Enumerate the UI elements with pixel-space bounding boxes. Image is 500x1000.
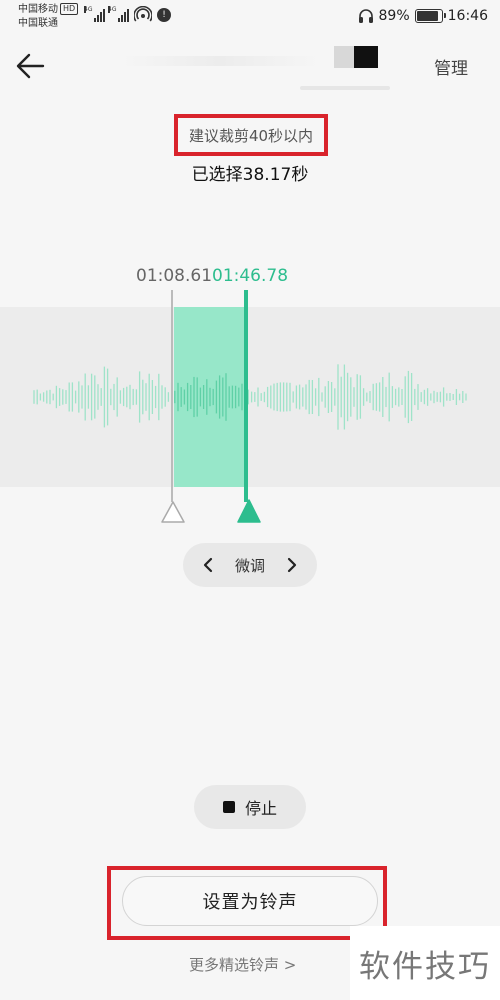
status-right: 89% 16:46 bbox=[358, 8, 488, 24]
carrier-1: 中国移动 bbox=[18, 4, 58, 15]
trim-hint: 建议裁剪40秒以内 bbox=[188, 126, 314, 145]
set-ringtone-label: 设置为铃声 bbox=[202, 892, 298, 913]
headphones-icon bbox=[358, 9, 373, 23]
manage-button[interactable]: 管理 bbox=[434, 54, 468, 79]
signal-tag-1: 4G bbox=[84, 6, 93, 13]
watermark-text: 软件技巧 bbox=[359, 948, 491, 985]
carrier-info: 中国移动 HD 中国联通 bbox=[18, 3, 79, 31]
carrier-2: 中国联通 bbox=[18, 18, 58, 29]
cover-thumbnail bbox=[334, 46, 378, 68]
signal-icon: 4G bbox=[108, 6, 129, 22]
notification-icon: ! bbox=[157, 8, 171, 22]
network-icons: 4G 4G ! bbox=[84, 6, 171, 22]
top-bar: 管理 bbox=[0, 34, 500, 96]
hotspot-icon bbox=[134, 6, 152, 22]
start-handle-icon[interactable] bbox=[160, 500, 186, 524]
end-marker-line bbox=[244, 290, 248, 502]
fine-tune-control: 微调 bbox=[183, 543, 317, 587]
fine-tune-next-button[interactable] bbox=[283, 556, 301, 574]
battery-icon bbox=[414, 9, 446, 23]
fine-tune-prev-button[interactable] bbox=[199, 556, 217, 574]
clock: 16:46 bbox=[447, 8, 488, 24]
start-time: 01:08.61 bbox=[136, 266, 213, 286]
end-time: 01:46.78 bbox=[212, 266, 289, 286]
status-bar: 中国移动 HD 中国联通 4G 4G ! 89% 16:46 bbox=[0, 0, 500, 34]
start-marker-line bbox=[171, 290, 173, 502]
selected-duration: 已选择38.17秒 bbox=[191, 165, 309, 185]
stop-label: 停止 bbox=[244, 799, 277, 818]
more-ringtones-link[interactable]: 更多精选铃声 > bbox=[189, 954, 296, 975]
title-underline bbox=[300, 86, 390, 90]
back-button[interactable] bbox=[10, 46, 50, 86]
set-ringtone-button[interactable]: 设置为铃声 bbox=[122, 876, 378, 926]
waveform-area[interactable] bbox=[0, 307, 500, 487]
fine-tune-label: 微调 bbox=[234, 556, 265, 575]
hd-badge: HD bbox=[60, 3, 79, 15]
end-handle-icon[interactable] bbox=[236, 498, 262, 524]
battery-percent: 89% bbox=[378, 8, 410, 24]
song-title-blurred bbox=[120, 56, 320, 66]
chevron-right-icon bbox=[287, 557, 297, 573]
hint-highlight-box: 建议裁剪40秒以内 bbox=[174, 114, 328, 156]
stop-icon bbox=[222, 801, 235, 813]
waveform bbox=[33, 364, 467, 430]
watermark: 软件技巧 bbox=[350, 926, 500, 1000]
chevron-left-icon bbox=[203, 557, 213, 573]
stop-button[interactable]: 停止 bbox=[194, 785, 306, 829]
signal-tag-2: 4G bbox=[108, 6, 117, 13]
signal-icon: 4G bbox=[84, 6, 105, 22]
arrow-left-icon bbox=[16, 53, 45, 79]
